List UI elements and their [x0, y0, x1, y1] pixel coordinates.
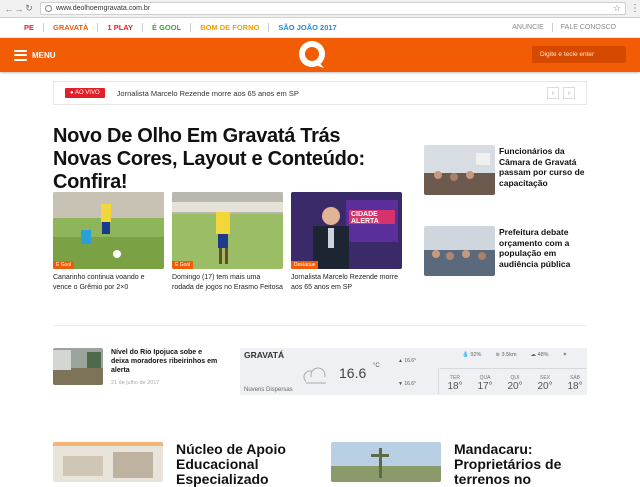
news-card[interactable]: É Gool Domingo (17) tem mais uma rodada …	[172, 192, 283, 293]
back-icon[interactable]: ←	[4, 3, 14, 15]
wind-stat: ≋ 3.5km	[495, 352, 517, 358]
news-caption[interactable]: Domingo (17) tem mais uma rodada de jogo…	[172, 273, 283, 293]
menu-button[interactable]: MENU	[32, 51, 56, 60]
top-navigation: PE GRAVATÁ 1 PLAY É GOOL BOM DE FORNO SÃ…	[0, 18, 640, 38]
main-header: MENU Digite e tecle enter	[0, 38, 640, 72]
browser-toolbar: ← → ↻ www.deolhoemgravata.com.br ☆ ⋮	[0, 0, 640, 18]
side-news-item[interactable]: Funcionários da Câmara de Gravatá passam…	[424, 145, 589, 195]
forecast-day: SEX 20°	[537, 375, 553, 392]
weather-city: GRAVATÁ	[244, 350, 285, 360]
news-image[interactable]: É Gool	[172, 192, 283, 269]
small-news-date: 21 de julho de 2017	[111, 380, 160, 386]
forecast-day: QUA 17°	[477, 375, 493, 392]
nav-divider	[142, 23, 144, 32]
nav-item-egool[interactable]: É GOOL	[152, 23, 181, 32]
settings-icon[interactable]: ✦	[563, 352, 568, 358]
breaking-news-ticker: ● AO VIVO Jornalista Marcelo Rezende mor…	[53, 81, 587, 105]
small-news-title[interactable]: Nível do Rio Ipojuca sobe e deixa morado…	[111, 348, 221, 375]
weather-condition: Nuvens Dispersas	[244, 387, 293, 393]
forecast-days: TER 18° QUA 17° QUI 20° SEX 20° SÁB 18°	[440, 375, 590, 392]
weather-widget: GRAVATÁ 16.6 °C ▲ 16.6° ▼ 16.6° Nuvens D…	[240, 348, 587, 395]
nav-divider	[43, 23, 45, 32]
nav-divider	[97, 23, 99, 32]
ticker-next-icon[interactable]: ›	[563, 87, 575, 99]
nav-divider	[268, 23, 270, 32]
nav-item-pe[interactable]: PE	[24, 23, 34, 32]
forward-icon[interactable]: →	[14, 3, 24, 15]
weather-temp: 16.6	[339, 365, 367, 381]
section-divider	[53, 325, 587, 326]
address-bar[interactable]: www.deolhoemgravata.com.br ☆	[40, 2, 626, 15]
news-caption[interactable]: Jornalista Marcelo Rezende morre aos 65 …	[291, 273, 402, 293]
bookmark-star-icon[interactable]: ☆	[613, 3, 621, 14]
feature-title[interactable]: Núcleo de Apoio Educacional Especializad…	[176, 442, 296, 487]
weather-divider	[438, 368, 439, 394]
category-tag[interactable]: É Gool	[53, 261, 75, 269]
small-news-item[interactable]: Nível do Rio Ipojuca sobe e deixa morado…	[53, 348, 221, 386]
ticker-headline[interactable]: Jornalista Marcelo Rezende morre aos 65 …	[117, 89, 299, 98]
forecast-day: SÁB 18°	[567, 375, 583, 392]
cloud-icon	[303, 367, 326, 384]
live-badge: ● AO VIVO	[65, 88, 105, 98]
news-image[interactable]: É Gool	[53, 192, 164, 269]
news-caption[interactable]: Canarinho continua voando e vence o Grêm…	[53, 273, 164, 293]
fale-conosco-link[interactable]: FALE CONOSCO	[561, 24, 616, 31]
feature-image[interactable]	[53, 442, 163, 482]
hamburger-menu-icon[interactable]	[14, 49, 27, 61]
side-news-title[interactable]: Prefeitura debate orçamento com a popula…	[499, 227, 589, 276]
site-logo[interactable]	[296, 40, 328, 70]
news-image[interactable]: CIDADE ALERTA Destaque	[291, 192, 402, 269]
reload-icon[interactable]: ↻	[24, 3, 34, 15]
anuncie-link[interactable]: ANUNCIE	[512, 24, 544, 31]
category-tag[interactable]: Destaque	[291, 261, 319, 269]
news-card[interactable]: É Gool Canarinho continua voando e vence…	[53, 192, 164, 293]
weather-min: ▼ 16.6°	[398, 381, 417, 387]
forecast-day: QUI 20°	[507, 375, 523, 392]
side-news-item[interactable]: Prefeitura debate orçamento com a popula…	[424, 226, 589, 276]
search-input[interactable]: Digite e tecle enter	[532, 46, 626, 63]
weather-max: ▲ 16.6°	[398, 358, 417, 364]
globe-icon	[45, 5, 52, 12]
humidity-stat: 💧 92%	[462, 352, 482, 358]
browser-menu-icon[interactable]: ⋮	[630, 3, 640, 14]
news-thumbnail[interactable]	[424, 226, 495, 276]
droplet-icon: 💧	[462, 352, 469, 358]
news-thumbnail[interactable]	[424, 145, 495, 195]
top-right-links: ANUNCIE FALE CONOSCO	[512, 23, 616, 32]
feature-title[interactable]: Mandacaru: Proprietários de terrenos no	[454, 442, 574, 487]
news-thumbnail[interactable]	[53, 348, 103, 385]
feature-image[interactable]	[331, 442, 441, 482]
nav-item-gravata[interactable]: GRAVATÁ	[53, 23, 88, 32]
nav-item-bom-de-forno[interactable]: BOM DE FORNO	[200, 23, 259, 32]
cloud-stat: ☁ 48%	[530, 352, 549, 358]
weather-stats: 💧 92% ≋ 3.5km ☁ 48% ✦	[462, 352, 567, 358]
side-news-title[interactable]: Funcionários da Câmara de Gravatá passam…	[499, 146, 589, 195]
url-text: www.deolhoemgravata.com.br	[56, 5, 151, 12]
feature-item[interactable]: Núcleo de Apoio Educacional Especializad…	[53, 442, 296, 487]
feature-item[interactable]: Mandacaru: Proprietários de terrenos no	[331, 442, 574, 487]
wind-icon: ≋	[495, 352, 501, 358]
category-tag[interactable]: É Gool	[172, 261, 194, 269]
nav-item-1play[interactable]: 1 PLAY	[107, 23, 133, 32]
weather-divider	[440, 368, 587, 369]
tv-overlay-text: CIDADE ALERTA	[351, 211, 379, 225]
cloud-small-icon: ☁	[530, 352, 537, 358]
weather-unit: °C	[373, 363, 380, 369]
nav-divider	[190, 23, 192, 32]
news-card[interactable]: CIDADE ALERTA Destaque Jornalista Marcel…	[291, 192, 402, 293]
nav-item-sao-joao[interactable]: SÃO JOÃO 2017	[278, 23, 336, 32]
main-headline[interactable]: Novo De Olho Em Gravatá Trás Novas Cores…	[53, 125, 403, 194]
forecast-day: TER 18°	[447, 375, 463, 392]
ticker-prev-icon[interactable]: ‹	[547, 87, 559, 99]
nav-divider	[551, 23, 553, 32]
